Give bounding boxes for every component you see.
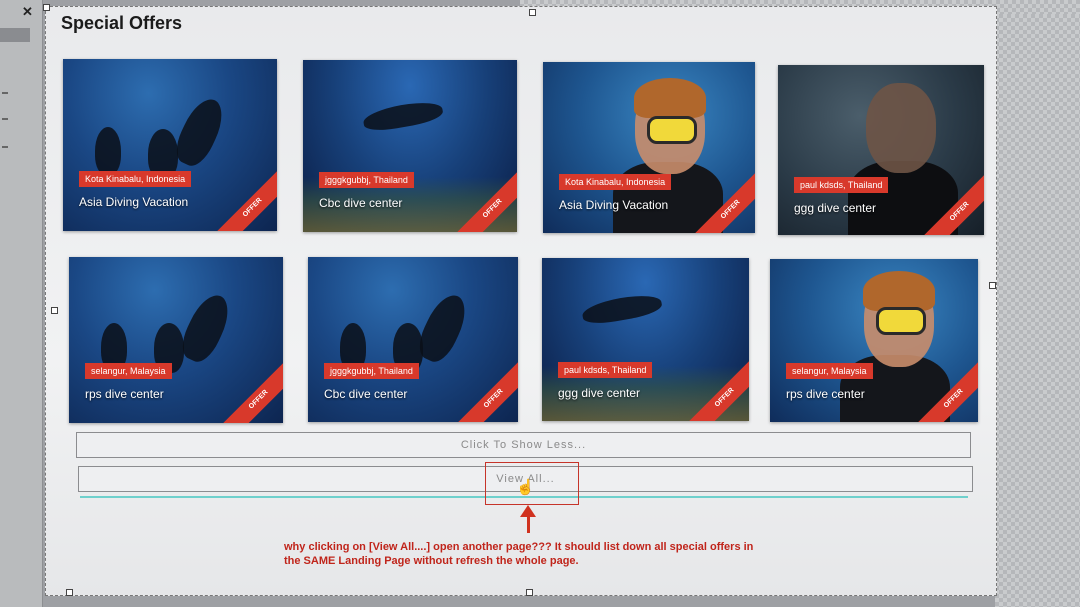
offer-location-tag: paul kdsds, Thailand xyxy=(794,177,889,193)
close-icon[interactable]: ✕ xyxy=(22,4,33,20)
offer-card[interactable]: Kota Kinabalu, Indonesia Asia Diving Vac… xyxy=(63,59,277,231)
offer-location-tag: selangur, Malaysia xyxy=(85,363,172,379)
offer-title[interactable]: Asia Diving Vacation xyxy=(559,198,668,212)
diver-silhouette xyxy=(95,127,121,175)
offer-card[interactable]: selangur, Malaysia rps dive center OFFER xyxy=(69,257,283,423)
annotation-arrow-icon xyxy=(527,515,530,533)
offer-location-tag: jgggkgubbj, Thailand xyxy=(319,172,414,188)
offer-title[interactable]: Cbc dive center xyxy=(324,387,407,401)
resize-handle[interactable] xyxy=(989,282,996,289)
transparent-background xyxy=(995,14,1080,607)
offer-card[interactable]: jgggkgubbj, Thailand Cbc dive center OFF… xyxy=(308,257,518,422)
resize-handle[interactable] xyxy=(66,589,73,596)
annotation-text: why clicking on [View All....] open anot… xyxy=(284,541,754,567)
dive-mask xyxy=(647,116,697,144)
panel-mark xyxy=(2,92,8,94)
diver-face xyxy=(866,83,936,173)
offer-location-tag: Kota Kinabalu, Indonesia xyxy=(79,171,192,187)
resize-handle[interactable] xyxy=(529,9,536,16)
left-panel: ✕ xyxy=(0,0,43,607)
offer-card[interactable]: paul kdsds, Thailand ggg dive center OFF… xyxy=(778,65,984,235)
hand-cursor-icon: ☝ xyxy=(516,479,535,496)
offer-title[interactable]: ggg dive center xyxy=(558,386,640,400)
offer-title[interactable]: Asia Diving Vacation xyxy=(79,195,188,209)
offer-card[interactable]: selangur, Malaysia rps dive center OFFER xyxy=(770,259,978,422)
panel-mark xyxy=(2,146,8,148)
resize-handle[interactable] xyxy=(51,307,58,314)
show-less-button[interactable]: Click To Show Less... xyxy=(76,432,971,458)
diver-hair xyxy=(863,271,935,311)
offer-location-tag: jgggkgubbj, Thailand xyxy=(324,363,419,379)
offer-location-tag: selangur, Malaysia xyxy=(786,363,873,379)
resize-handle[interactable] xyxy=(526,589,533,596)
offer-location-tag: paul kdsds, Thailand xyxy=(558,362,653,378)
panel-mark xyxy=(2,118,8,120)
offer-card[interactable]: jgggkgubbj, Thailand Cbc dive center OFF… xyxy=(303,60,517,232)
section-title: Special Offers xyxy=(61,13,183,33)
offer-title[interactable]: ggg dive center xyxy=(794,201,876,215)
offer-card[interactable]: paul kdsds, Thailand ggg dive center OFF… xyxy=(542,258,749,421)
offer-title[interactable]: rps dive center xyxy=(85,387,164,401)
offer-card[interactable]: Kota Kinabalu, Indonesia Asia Diving Vac… xyxy=(543,62,755,233)
offer-title[interactable]: rps dive center xyxy=(786,387,865,401)
diver-hair xyxy=(634,78,706,118)
panel-block xyxy=(0,28,30,42)
resize-handle[interactable] xyxy=(43,4,50,11)
dive-mask xyxy=(876,307,926,335)
landing-page-frame: Special Offers Kota Kinabalu, Indonesia … xyxy=(43,4,997,596)
offer-location-tag: Kota Kinabalu, Indonesia xyxy=(559,174,672,190)
offer-title[interactable]: Cbc dive center xyxy=(319,196,402,210)
